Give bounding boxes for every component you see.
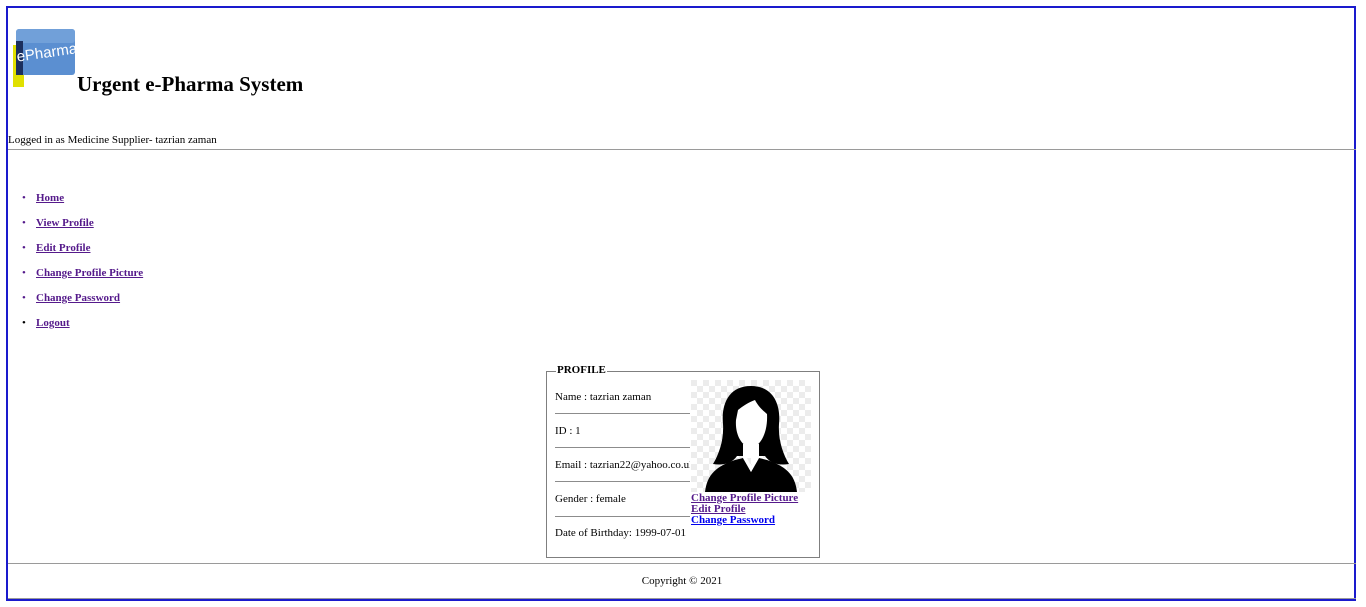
footer-divider-top	[8, 563, 1356, 564]
login-status: Logged in as Medicine Supplier- tazrian …	[8, 134, 217, 146]
profile-name: Name : tazrian zaman	[555, 391, 652, 403]
nav-item-view-profile: View Profile	[22, 216, 143, 241]
field-divider	[555, 447, 690, 448]
profile-email: Email : tazrian22@yahoo.co.uk	[555, 459, 690, 471]
nav-link-logout[interactable]: Logout	[36, 317, 70, 329]
nav-link-edit-profile[interactable]: Edit Profile	[36, 242, 90, 254]
nav-item-change-profile-picture: Change Profile Picture	[22, 266, 143, 291]
profile-gender: Gender : female	[555, 493, 626, 505]
nav-item-change-password: Change Password	[22, 291, 143, 316]
profile-fieldset: PROFILE Name : tazrian zaman ID : 1 Emai…	[546, 364, 820, 558]
site-title: Urgent e-Pharma System	[77, 72, 304, 96]
profile-dob: Date of Birthday: 1999-07-01	[555, 527, 687, 539]
field-divider	[555, 516, 690, 517]
profile-legend: PROFILE	[556, 364, 607, 376]
epharma-logo: ePharma	[13, 29, 75, 87]
field-divider	[555, 413, 690, 414]
page-frame: ePharma Urgent e-Pharma System Logged in…	[6, 6, 1356, 601]
nav-item-edit-profile: Edit Profile	[22, 241, 143, 266]
profile-picture	[691, 380, 811, 492]
nav-link-change-password[interactable]: Change Password	[36, 292, 120, 304]
nav-item-logout: Logout	[22, 316, 143, 341]
change-password-link[interactable]: Change Password	[691, 515, 798, 526]
nav-link-change-profile-picture[interactable]: Change Profile Picture	[36, 267, 143, 279]
field-divider	[555, 481, 690, 482]
profile-id: ID : 1	[555, 425, 581, 437]
nav-link-view-profile[interactable]: View Profile	[36, 217, 94, 229]
main-nav: Home View Profile Edit Profile Change Pr…	[22, 191, 143, 341]
nav-item-home: Home	[22, 191, 143, 216]
profile-side-links: Change Profile Picture Edit Profile Chan…	[691, 493, 798, 526]
header-divider	[8, 149, 1356, 150]
copyright-text: Copyright © 2021	[641, 575, 723, 587]
nav-link-home[interactable]: Home	[36, 192, 64, 204]
footer-divider-bottom	[8, 598, 1356, 599]
